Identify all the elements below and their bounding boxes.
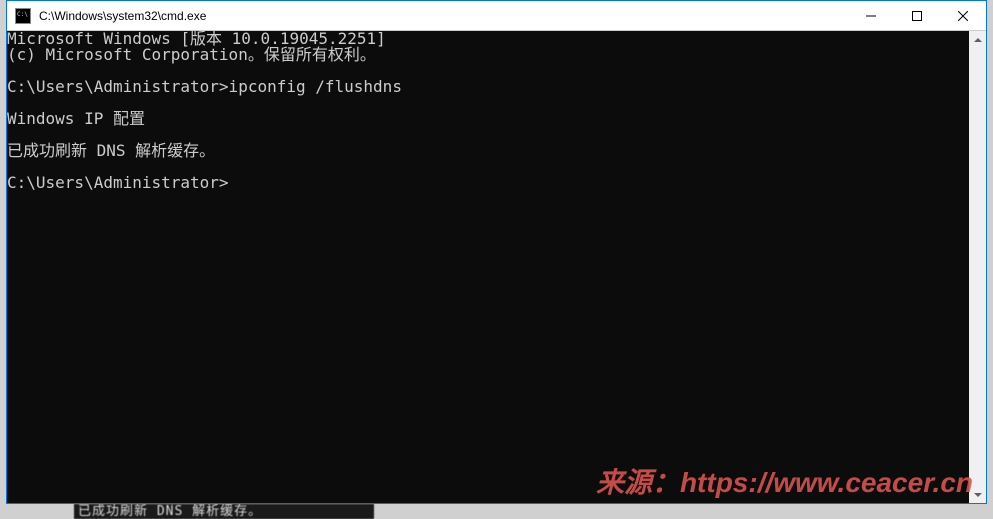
window-controls — [848, 1, 986, 30]
terminal-line: (c) Microsoft Corporation。保留所有权利。 — [7, 45, 376, 64]
minimize-button[interactable] — [848, 1, 894, 30]
maximize-button[interactable] — [894, 1, 940, 30]
close-button[interactable] — [940, 1, 986, 30]
terminal-content: Microsoft Windows [版本 10.0.19045.2251] (… — [7, 31, 969, 503]
terminal-line: C:\Users\Administrator> — [7, 173, 229, 192]
window-title: C:\Windows\system32\cmd.exe — [37, 9, 848, 23]
titlebar[interactable]: C:\Windows\system32\cmd.exe — [7, 1, 986, 31]
scrollbar[interactable] — [969, 31, 986, 503]
scroll-track[interactable] — [969, 48, 986, 486]
background-fragment: 已成功刷新 DNS 解析缓存。 — [74, 504, 374, 519]
scroll-down-icon[interactable] — [969, 486, 986, 503]
terminal-line: Windows IP 配置 — [7, 109, 145, 128]
terminal-area[interactable]: Microsoft Windows [版本 10.0.19045.2251] (… — [7, 31, 986, 503]
cmd-window: C:\Windows\system32\cmd.exe Microsoft Wi… — [6, 0, 987, 504]
terminal-line: C:\Users\Administrator>ipconfig /flushdn… — [7, 77, 402, 96]
cmd-icon — [15, 8, 31, 24]
scroll-up-icon[interactable] — [969, 31, 986, 48]
terminal-line: 已成功刷新 DNS 解析缓存。 — [7, 141, 215, 160]
